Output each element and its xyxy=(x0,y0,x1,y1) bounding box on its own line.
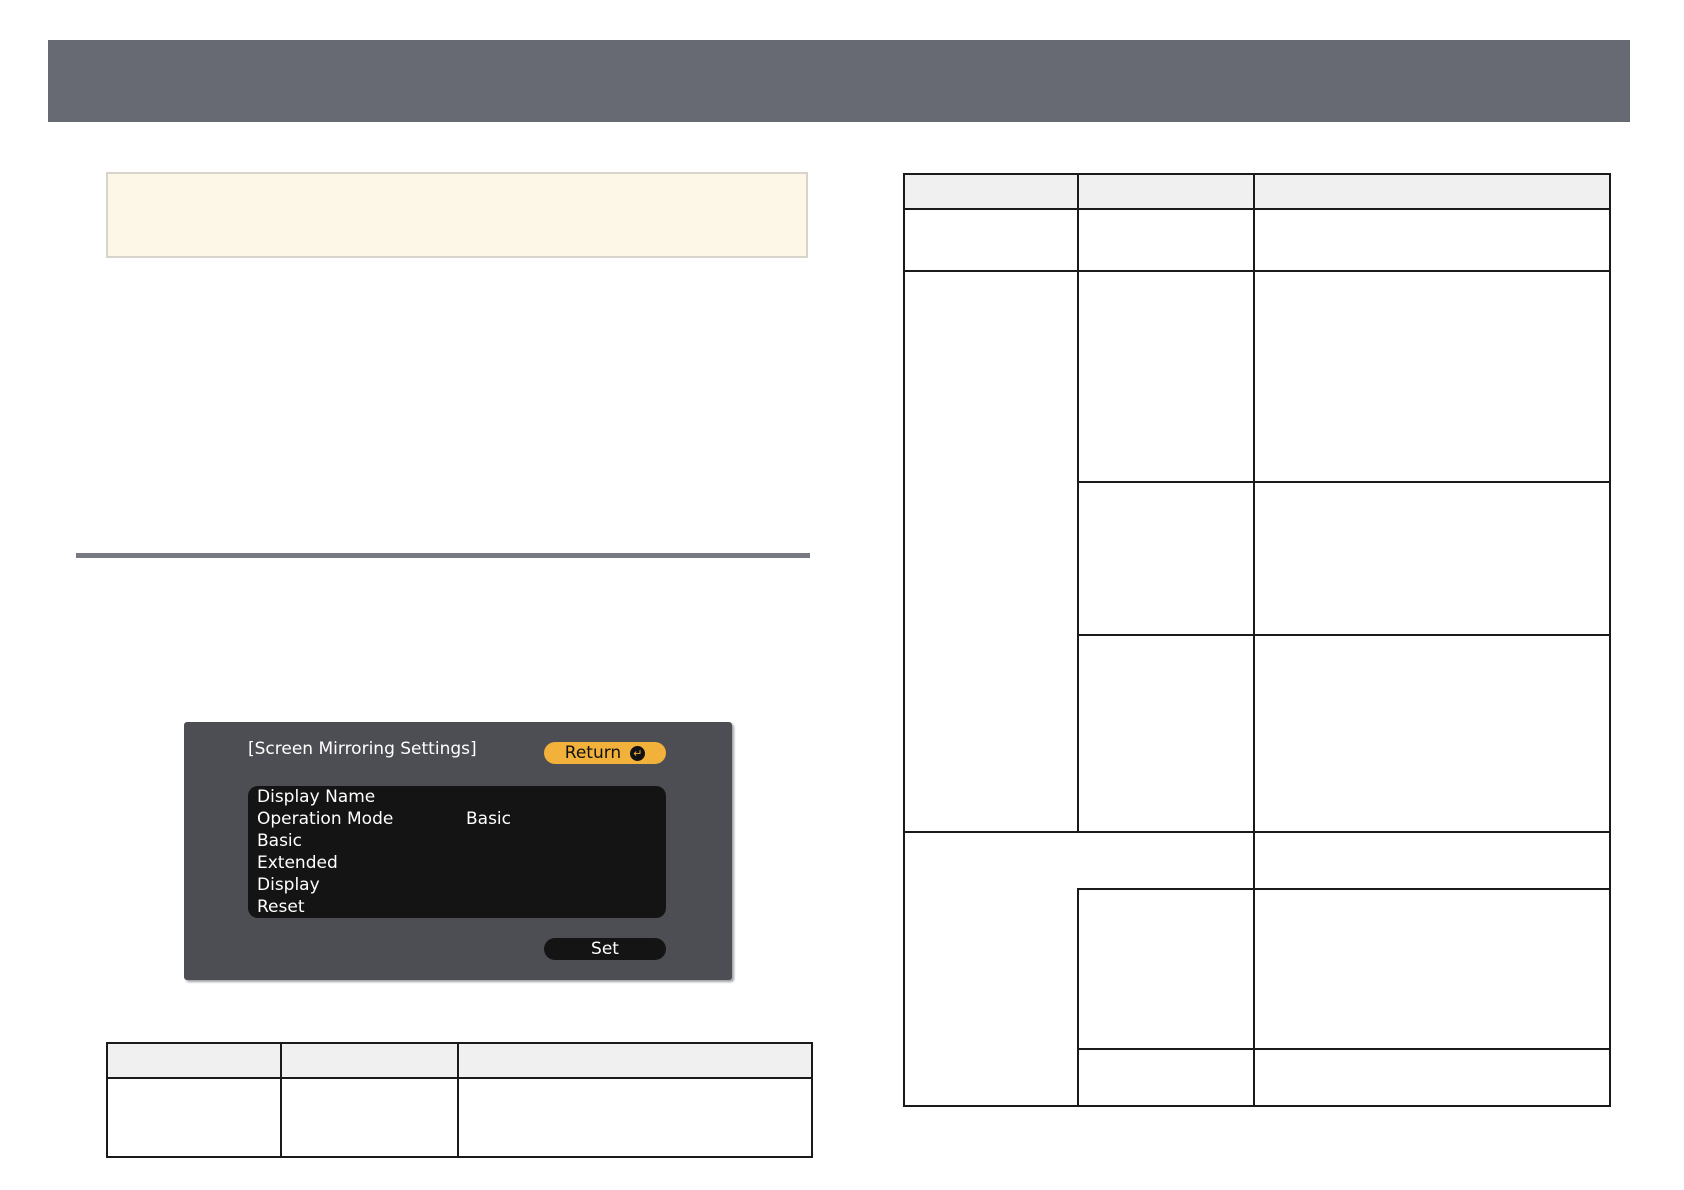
menu-item-label: Basic xyxy=(257,831,303,851)
menu-item-extended[interactable]: Extended xyxy=(248,852,666,874)
table-divider xyxy=(903,208,1611,210)
menu-item-display[interactable]: Display xyxy=(248,874,666,896)
table-header-row xyxy=(905,175,1609,208)
table-border xyxy=(903,173,1611,175)
table-divider xyxy=(1077,888,1611,890)
page-header-bar xyxy=(48,40,1630,122)
table-border xyxy=(903,1105,1611,1107)
return-button[interactable]: Return ↵ xyxy=(544,742,666,764)
set-button[interactable]: Set xyxy=(544,938,666,960)
menu-item-basic[interactable]: Basic xyxy=(248,830,666,852)
table-divider xyxy=(106,1077,813,1079)
menu-list: Display Name Operation Mode Basic Basic … xyxy=(248,786,666,918)
menu-item-label: Display xyxy=(257,875,320,895)
table-divider xyxy=(1077,888,1079,1107)
return-label: Return xyxy=(564,743,622,763)
menu-item-reset[interactable]: Reset xyxy=(248,896,666,918)
table-border xyxy=(903,173,905,1107)
table-divider xyxy=(1077,481,1611,483)
table-border xyxy=(106,1042,108,1158)
table-divider xyxy=(903,831,1611,833)
menu-item-value: Basic xyxy=(466,809,512,829)
menu-item-label: Extended xyxy=(257,853,338,873)
table-divider xyxy=(1077,634,1611,636)
screen-mirroring-settings-menu: [Screen Mirroring Settings] Return ↵ Dis… xyxy=(184,722,732,980)
enter-icon: ↵ xyxy=(630,745,646,761)
table-border xyxy=(106,1042,813,1044)
table-border xyxy=(811,1042,813,1158)
menu-item-display-name[interactable]: Display Name xyxy=(248,786,666,808)
table-divider xyxy=(903,270,1611,272)
menu-item-label: Reset xyxy=(257,897,305,917)
table-header-row xyxy=(107,1044,811,1077)
menu-item-label: Operation Mode xyxy=(257,809,394,829)
menu-item-label: Display Name xyxy=(257,787,376,807)
table-divider xyxy=(280,1042,282,1158)
menu-item-operation-mode[interactable]: Operation Mode Basic xyxy=(248,808,666,830)
note-box xyxy=(106,172,808,258)
table-border xyxy=(106,1156,813,1158)
table-divider xyxy=(1077,1048,1611,1050)
section-divider xyxy=(76,553,810,558)
table-border xyxy=(1609,173,1611,1107)
table-divider xyxy=(1253,173,1255,1107)
table-divider xyxy=(457,1042,459,1158)
menu-title: [Screen Mirroring Settings] xyxy=(248,739,477,759)
table-divider xyxy=(1077,173,1079,833)
